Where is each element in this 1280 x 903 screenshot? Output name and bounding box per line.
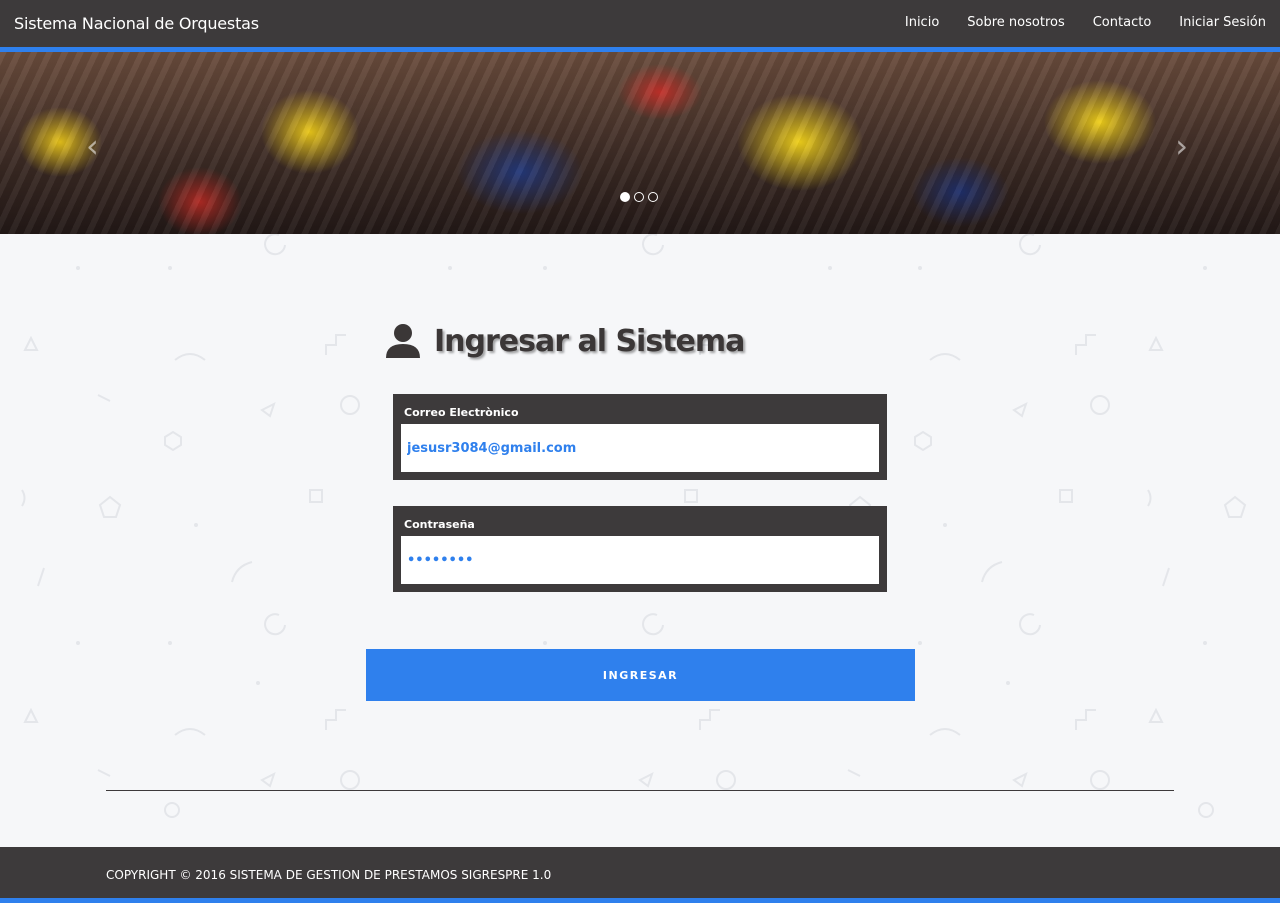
carousel-indicator-3[interactable] [648,192,658,202]
nav-links: Inicio Sobre nosotros Contacto Iniciar S… [905,15,1266,30]
carousel-prev-icon[interactable]: ‹ [86,130,99,162]
nav-link-iniciar-sesion[interactable]: Iniciar Sesión [1179,15,1266,30]
hero-carousel: ‹ › [0,52,1280,234]
nav-link-contacto[interactable]: Contacto [1093,15,1152,30]
password-field-group: Contraseña [393,506,887,592]
login-submit-button[interactable]: INGRESAR [366,649,915,701]
page-title: Ingresar al Sistema [434,323,745,359]
nav-link-sobre-nosotros[interactable]: Sobre nosotros [967,15,1064,30]
carousel-next-icon[interactable]: › [1175,130,1188,162]
carousel-indicator-1[interactable] [620,192,630,202]
email-label: Correo Electrònico [404,406,519,419]
password-label: Contraseña [404,518,475,531]
user-icon [386,324,420,358]
email-field-group: Correo Electrònico [393,394,887,480]
top-navbar: Sistema Nacional de Orquestas Inicio Sob… [0,0,1280,52]
content-divider [106,790,1174,791]
password-field[interactable] [401,536,879,584]
nav-link-inicio[interactable]: Inicio [905,15,939,30]
email-field[interactable] [401,424,879,472]
carousel-indicators [620,192,658,202]
login-heading: Ingresar al Sistema [384,322,745,360]
carousel-image [0,52,1280,234]
copyright-text: COPYRIGHT © 2016 SISTEMA DE GESTION DE P… [106,868,552,882]
page-footer: COPYRIGHT © 2016 SISTEMA DE GESTION DE P… [0,847,1280,903]
site-brand[interactable]: Sistema Nacional de Orquestas [14,14,259,33]
carousel-indicator-2[interactable] [634,192,644,202]
